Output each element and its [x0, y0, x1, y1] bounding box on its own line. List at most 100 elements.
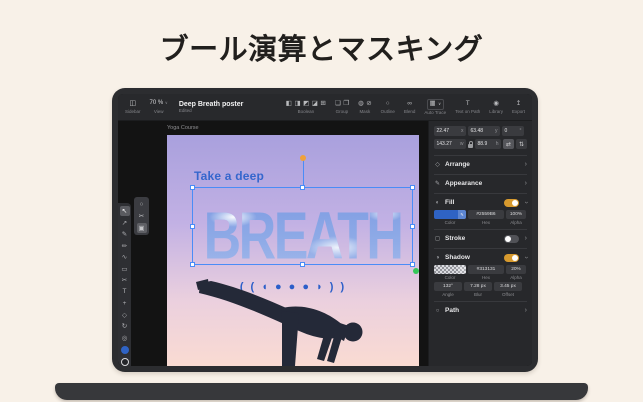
chevron-down-icon: ›	[522, 256, 530, 259]
flip-horizontal-button[interactable]: ⇄	[503, 139, 514, 149]
shadow-blur-field[interactable]: 7.28 px	[464, 282, 492, 291]
selection-handle[interactable]	[410, 223, 415, 229]
tool-popover: ○ ✂ ▣	[134, 197, 149, 235]
node-tool[interactable]: ↗	[120, 218, 130, 228]
library-icon: ◉	[493, 100, 499, 107]
zoom-tool[interactable]: ◎	[120, 333, 130, 343]
document-title-block[interactable]: Deep Breath poster Edited	[179, 101, 244, 114]
mask-buttons[interactable]: ◍ ⊘ Mask	[358, 100, 372, 115]
shadow-hex-field[interactable]: #313131	[468, 265, 504, 274]
group-icon[interactable]: ❏	[335, 100, 341, 108]
chevron-down-icon: ∨	[164, 99, 168, 105]
selection-handle[interactable]	[190, 223, 195, 229]
shadow-section[interactable]: ◑ Shadow ›	[434, 251, 530, 264]
stroke-toggle[interactable]	[503, 234, 519, 243]
artboard-label[interactable]: Yoga Course	[167, 125, 199, 131]
flip-vertical-button[interactable]: ⇅	[516, 139, 527, 149]
select-tool[interactable]: ↖	[119, 206, 130, 216]
eyedropper-icon[interactable]: ✎	[458, 210, 466, 219]
outline-button[interactable]: ○ Outline	[381, 100, 395, 115]
angle-label: Angle	[442, 292, 454, 297]
x-position-field[interactable]: 22.47 x	[434, 126, 466, 136]
fill-toggle[interactable]	[503, 198, 519, 207]
rotation-handle[interactable]	[299, 155, 306, 161]
boolean-exclude-icon[interactable]: ◪	[312, 100, 318, 108]
rotation-field[interactable]: 0 °	[502, 126, 524, 136]
arrange-icon: ◇	[435, 162, 440, 168]
blend-button[interactable]: ∞ Blend	[404, 100, 416, 115]
selection-handle[interactable]	[410, 185, 415, 190]
poster-artboard[interactable]: Take a deep BREATH ((◖ ● ● ● ◗))	[167, 135, 419, 366]
fill-icon: ◐	[435, 199, 440, 206]
export-button[interactable]: ↥ Export	[512, 100, 525, 115]
selection-handle[interactable]	[190, 185, 195, 190]
chevron-right-icon: ›	[524, 235, 527, 242]
fill-hex-field[interactable]: #2559B6	[468, 210, 504, 219]
fill-color-well[interactable]	[120, 346, 129, 354]
boolean-subtract-icon[interactable]: ◨	[294, 100, 300, 108]
stroke-section[interactable]: ◻ Stroke ›	[434, 232, 527, 245]
color-label: Color	[444, 275, 456, 280]
laptop-frame: ◫ Sidebar 70 % ∨ View Deep Breath poster…	[112, 88, 538, 372]
ellipse-option-icon[interactable]: ○	[137, 199, 147, 209]
transform-tool[interactable]: +	[120, 298, 130, 308]
appearance-section[interactable]: ✎ Appearance ›	[434, 177, 527, 190]
alpha-label: Alpha	[510, 220, 522, 225]
fill-color-swatch[interactable]: ✎	[434, 210, 466, 219]
boolean-union-icon[interactable]: ◧	[286, 100, 292, 108]
y-position-field[interactable]: 63.48 y	[468, 126, 500, 136]
scissors-option-icon[interactable]: ✂	[137, 211, 147, 221]
text-on-path-icon: T	[465, 100, 470, 107]
boolean-ops-group[interactable]: ◧ ◨ ◩ ◪ ⊞ Boolean	[286, 100, 326, 115]
poster-heading[interactable]: Take a deep	[194, 169, 264, 183]
selection-bounding-box[interactable]: BREATH	[190, 155, 419, 282]
chevron-right-icon: ›	[524, 307, 527, 314]
document-status: Edited	[178, 108, 192, 113]
selection-handle[interactable]	[410, 262, 415, 267]
mask-icon[interactable]: ◍	[358, 100, 364, 108]
shadow-toggle[interactable]	[503, 253, 519, 262]
stroke-icon: ◻	[435, 236, 440, 242]
ungroup-icon[interactable]: ❐	[343, 100, 349, 108]
stroke-color-well[interactable]	[120, 357, 129, 366]
release-mask-icon[interactable]: ⊘	[366, 100, 371, 108]
boolean-intersect-icon[interactable]: ◩	[303, 100, 309, 108]
gradient-tool[interactable]: ◇	[120, 310, 130, 320]
scissors-tool[interactable]: ✂	[120, 275, 130, 285]
path-icon: ○	[435, 307, 440, 314]
rotate-tool[interactable]: ↻	[120, 321, 130, 331]
selection-handle[interactable]	[300, 185, 305, 190]
shadow-alpha-field[interactable]: 20%	[506, 265, 526, 274]
boolean-option-icon[interactable]: ▣	[136, 223, 147, 233]
path-section[interactable]: ○ Path ›	[434, 304, 527, 317]
pen-tool[interactable]: ✎	[120, 229, 130, 239]
zoom-level-dropdown[interactable]: 70 % ∨ View	[150, 100, 168, 115]
shadow-color-swatch[interactable]: ✎	[434, 265, 466, 274]
boolean-divide-icon[interactable]: ⊞	[320, 100, 325, 108]
brush-tool[interactable]: ∿	[120, 252, 130, 262]
auto-trace-button[interactable]: ▦ ∨ Auto Trace	[424, 98, 446, 116]
text-tool[interactable]: T	[120, 287, 130, 297]
library-button[interactable]: ◉ Library	[489, 100, 503, 115]
editor-topbar: ◫ Sidebar 70 % ∨ View Deep Breath poster…	[118, 94, 532, 121]
fill-section[interactable]: ◐ Fill ›	[434, 196, 529, 209]
canvas-area[interactable]: ↖ ↗ ✎ ✏ ∿ ▭ ✂ T + ◇ ↻ ◎ ○ ✂ ▣ Yoga Cours…	[118, 121, 428, 366]
group-buttons[interactable]: ❏ ❐ Group	[335, 100, 349, 115]
rotation-stem	[302, 160, 304, 185]
alpha-label: Alpha	[510, 275, 522, 280]
shadow-offset-field[interactable]: 3.45 px	[494, 282, 522, 291]
shape-tool[interactable]: ▭	[120, 264, 130, 274]
eyedropper-icon[interactable]: ✎	[458, 265, 466, 274]
arrange-section[interactable]: ◇ Arrange ›	[434, 158, 527, 171]
sidebar-toggle-button[interactable]: ◫ Sidebar	[125, 100, 141, 115]
fill-alpha-field[interactable]: 100%	[506, 210, 526, 219]
zoom-value: 70 %	[149, 99, 164, 106]
pencil-tool[interactable]: ✏	[120, 241, 130, 251]
shadow-angle-field[interactable]: 132°	[434, 282, 462, 291]
height-field[interactable]: 88.9 h	[475, 139, 501, 149]
text-on-path-button[interactable]: T Text on Path	[455, 100, 480, 115]
lock-aspect-icon[interactable]	[468, 140, 473, 148]
laptop-base	[55, 383, 588, 400]
width-field[interactable]: 143.27 w	[434, 139, 466, 149]
blend-icon: ∞	[407, 100, 412, 107]
